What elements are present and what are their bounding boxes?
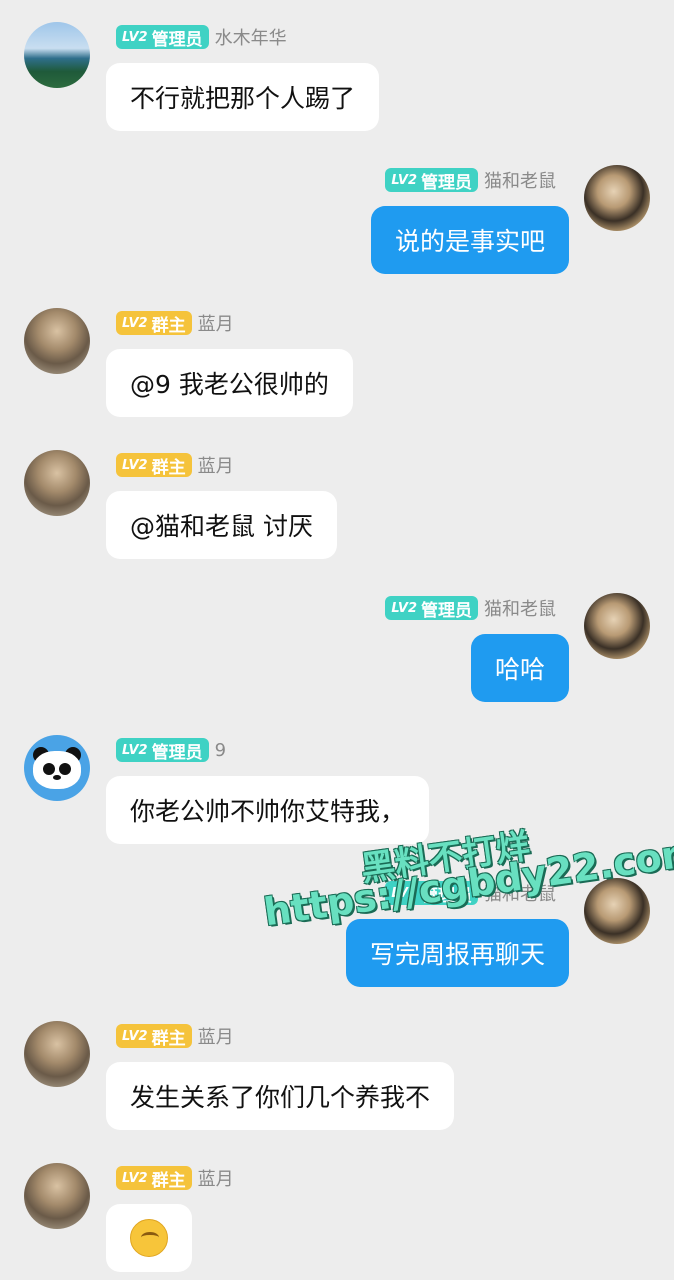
- message-meta: LV2 管理员 9: [116, 737, 226, 763]
- message-bubble[interactable]: 哈哈: [470, 634, 569, 702]
- landscape-avatar[interactable]: [24, 22, 90, 88]
- person-avatar[interactable]: [584, 165, 650, 231]
- sender-name[interactable]: 9: [215, 740, 226, 761]
- sender-name[interactable]: 蓝月: [198, 1023, 234, 1049]
- message-bubble[interactable]: @9 我老公很帅的: [106, 349, 353, 417]
- sender-name[interactable]: 蓝月: [198, 1165, 234, 1191]
- owner-badge: LV2 群主: [116, 311, 192, 336]
- owner-badge: LV2 群主: [116, 1166, 192, 1191]
- message-meta: LV2 群主 蓝月: [116, 452, 234, 478]
- person-avatar[interactable]: [24, 1163, 90, 1229]
- admin-badge: LV2 管理员: [116, 738, 209, 763]
- sender-name[interactable]: 猫和老鼠: [484, 595, 556, 621]
- person-avatar[interactable]: [584, 593, 650, 659]
- person-avatar[interactable]: [24, 308, 90, 374]
- owner-badge: LV2 群主: [116, 1024, 192, 1049]
- message-bubble[interactable]: 你老公帅不帅你艾特我，: [106, 776, 430, 844]
- admin-badge: LV2 管理员: [385, 168, 478, 193]
- message-bubble[interactable]: [106, 1204, 192, 1272]
- message-meta: LV2 管理员 猫和老鼠: [385, 167, 556, 193]
- message-meta: LV2 管理员 水木年华: [116, 24, 287, 50]
- message-bubble[interactable]: 写完周报再聊天: [345, 919, 569, 987]
- sender-name[interactable]: 蓝月: [198, 310, 234, 336]
- message-bubble[interactable]: 发生关系了你们几个养我不: [106, 1062, 455, 1130]
- message-bubble[interactable]: 说的是事实吧: [370, 206, 569, 274]
- admin-badge: LV2 管理员: [116, 25, 209, 50]
- message-meta: LV2 群主 蓝月: [116, 310, 234, 336]
- admin-badge: LV2 管理员: [385, 596, 478, 621]
- owner-badge: LV2 群主: [116, 453, 192, 478]
- message-bubble[interactable]: @猫和老鼠 讨厌: [106, 491, 337, 559]
- message-meta: LV2 管理员 猫和老鼠: [385, 595, 556, 621]
- panda-avatar[interactable]: [24, 735, 90, 801]
- person-avatar[interactable]: [24, 450, 90, 516]
- thinking-face-emoji: [130, 1219, 168, 1257]
- message-bubble[interactable]: 不行就把那个人踢了: [106, 63, 380, 131]
- sender-name[interactable]: 猫和老鼠: [484, 167, 556, 193]
- sender-name[interactable]: 水木年华: [215, 24, 287, 50]
- sender-name[interactable]: 蓝月: [198, 452, 234, 478]
- message-meta: LV2 群主 蓝月: [116, 1165, 234, 1191]
- message-meta: LV2 群主 蓝月: [116, 1023, 234, 1049]
- person-avatar[interactable]: [24, 1021, 90, 1087]
